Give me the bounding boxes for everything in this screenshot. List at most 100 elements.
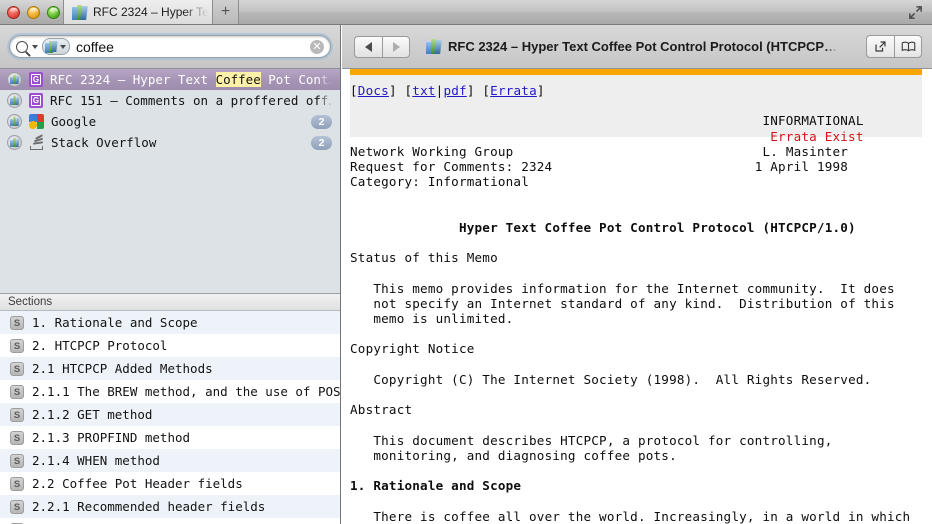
book-icon [7, 93, 22, 108]
list-item-label: Stack Overflow [51, 135, 157, 150]
errata-link[interactable]: Errata [490, 83, 537, 98]
result-count-badge: 2 [311, 114, 332, 129]
body-line: Copyright (C) The Internet Society (1998… [373, 371, 872, 387]
body-line: monitoring, and diagnosing coffee pots. [373, 447, 677, 463]
tab-strip: RFC 2324 – Hyper Te + [63, 0, 239, 24]
book-icon [7, 114, 22, 129]
book-icon [7, 72, 22, 87]
list-item-label: 2. HTCPCP Protocol [32, 338, 168, 353]
list-item-label: 2.1.4 WHEN method [32, 453, 160, 468]
titlebar: RFC 2324 – Hyper Te + [0, 0, 932, 25]
section-heading-status: Status of this Memo [350, 250, 498, 266]
scope-chevron-down-icon[interactable] [60, 44, 66, 49]
list-item[interactable]: G RFC 151 – Comments on a proffered off… [0, 90, 340, 111]
book-icon [7, 135, 22, 150]
header-right-0: L. Masinter [762, 143, 849, 159]
body-line: not specify an Internet standard of any … [373, 295, 895, 311]
section-icon: S [10, 430, 24, 445]
sections-header-label: Sections [0, 293, 340, 311]
search-match-highlight: Coffee [215, 72, 261, 87]
section-icon: S [10, 384, 24, 399]
header-right-1: 1 April 1998 [754, 159, 849, 175]
list-item[interactable]: G RFC 2324 – Hyper Text Coffee Pot Cont… [0, 69, 340, 90]
list-item-label: 2.2 Coffee Pot Header fields [32, 476, 243, 491]
list-item[interactable]: S 2.1.2 GET method [0, 403, 340, 426]
list-item[interactable]: S 2.1.4 WHEN method [0, 449, 340, 472]
result-count-badge: 2 [311, 135, 332, 150]
list-item-label: 2.1.3 PROPFIND method [32, 430, 191, 445]
list-item-label: 2.1 HTCPCP Added Methods [32, 361, 213, 376]
section-icon: S [10, 453, 24, 468]
search-menu-chevron-down-icon[interactable] [32, 44, 38, 49]
close-window-button[interactable] [7, 6, 20, 19]
status-badge: Errata Exist [770, 128, 864, 144]
document-actions [866, 35, 922, 58]
document-content: [Docs] [txt|pdf] [Errata] INFORMATIONAL … [342, 69, 932, 524]
zoom-window-button[interactable] [47, 6, 60, 19]
book-icon [45, 40, 58, 53]
list-item-label: 2.2.1 Recommended header fields [32, 499, 266, 514]
forward-button[interactable] [382, 35, 410, 58]
google-icon [29, 114, 44, 129]
search-input[interactable]: coffee [74, 39, 306, 55]
tab-label: RFC 2324 – Hyper Te [93, 5, 209, 19]
navigation-buttons [354, 35, 410, 58]
rfc-source-icon: G [29, 72, 43, 87]
search-icon [16, 40, 28, 53]
section-heading-rationale: 1. Rationale and Scope [350, 478, 522, 494]
document-text: [Docs] [txt|pdf] [Errata] INFORMATIONAL … [350, 83, 911, 524]
list-item[interactable]: Stack Overflow 2 [0, 132, 340, 153]
header-left-1: Request for Comments: 2324 [350, 159, 553, 175]
document-heading-title: Hyper Text Coffee Pot Control Protocol (… [458, 219, 856, 235]
list-item[interactable]: S 2.1 HTCPCP Added Methods [0, 357, 340, 380]
stackoverflow-icon [29, 134, 44, 150]
list-item[interactable]: Google 2 [0, 111, 340, 132]
search-toolbar: coffee ✕ [0, 25, 340, 69]
section-icon: S [10, 361, 24, 376]
body-line: This document describes HTCPCP, a protoc… [373, 432, 833, 448]
open-external-icon [875, 41, 886, 52]
section-icon: S [10, 315, 24, 330]
page-title-label: RFC 2324 – Hyper Text Coffee Pot Control… [448, 39, 838, 54]
list-item[interactable]: S 2.2.1 Recommended header fields [0, 495, 340, 518]
window-controls [7, 6, 60, 19]
section-heading-abstract: Abstract [350, 402, 413, 418]
rfc-source-icon: G [29, 93, 43, 108]
status-category: INFORMATIONAL [762, 113, 864, 129]
list-item[interactable]: S 2.2 Coffee Pot Header fields [0, 472, 340, 495]
minimize-window-button[interactable] [27, 6, 40, 19]
tab-rfc-2324[interactable]: RFC 2324 – Hyper Te [63, 0, 213, 24]
back-button[interactable] [354, 35, 382, 58]
list-item-label: 1. Rationale and Scope [32, 315, 198, 330]
reader-book-icon [901, 41, 915, 52]
list-item[interactable]: S 1. Rationale and Scope [0, 311, 340, 334]
document-panel: RFC 2324 – Hyper Text Coffee Pot Control… [342, 25, 932, 524]
list-item[interactable]: S 2. HTCPCP Protocol [0, 334, 340, 357]
pdf-link[interactable]: pdf [443, 83, 466, 98]
sections-list: S 1. Rationale and Scope S 2. HTCPCP Pro… [0, 311, 340, 524]
docs-link[interactable]: Docs [358, 83, 389, 98]
section-icon: S [10, 338, 24, 353]
document-toolbar: RFC 2324 – Hyper Text Coffee Pot Control… [342, 25, 932, 69]
search-results-list: G RFC 2324 – Hyper Text Coffee Pot Cont…… [0, 69, 340, 153]
list-item[interactable]: S 2.1.3 PROPFIND method [0, 426, 340, 449]
page-title: RFC 2324 – Hyper Text Coffee Pot Control… [426, 39, 856, 54]
back-arrow-icon [365, 41, 372, 52]
fullscreen-icon[interactable] [908, 5, 923, 20]
list-item[interactable]: S 2.2.1.1 The "safe" response header fie… [0, 518, 340, 524]
list-item[interactable]: S 2.1.1 The BREW method, and the use of … [0, 380, 340, 403]
txt-link[interactable]: txt [412, 83, 435, 98]
search-field[interactable]: coffee ✕ [9, 35, 331, 58]
list-item-label: 2.1.1 The BREW method, and the use of PO… [32, 384, 340, 399]
search-scope-chip[interactable] [42, 38, 70, 55]
header-left-0: Network Working Group [350, 143, 514, 159]
clear-search-icon[interactable]: ✕ [310, 39, 324, 54]
list-item-label: Google [51, 114, 97, 129]
list-item-label: RFC 2324 – Hyper Text Coffee Pot Cont… [50, 72, 332, 87]
body-line: memo is unlimited. [373, 311, 514, 327]
reader-mode-button[interactable] [894, 35, 922, 58]
new-tab-button[interactable]: + [213, 0, 239, 24]
open-external-button[interactable] [866, 35, 894, 58]
application-window: RFC 2324 – Hyper Te + coffee ✕ G RFC 232… [0, 0, 932, 524]
section-heading-copyright: Copyright Notice [350, 341, 475, 357]
